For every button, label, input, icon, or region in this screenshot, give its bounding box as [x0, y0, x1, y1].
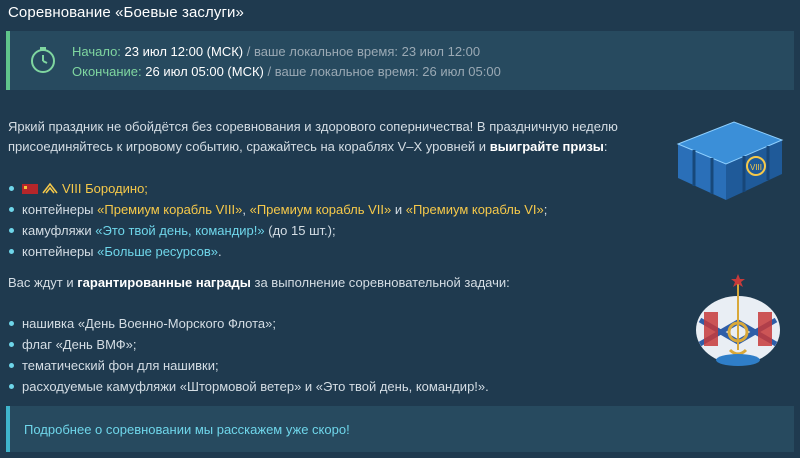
prize-1-part-2: , — [242, 202, 250, 217]
notice-text: Подробнее о соревновании мы расскажем уж… — [24, 422, 350, 437]
navy-day-patch-image — [696, 274, 780, 366]
reward-1: флаг «День ВМФ»; — [22, 337, 137, 352]
reward-0: нашивка «День Военно-Морского Флота»; — [22, 316, 277, 331]
end-local-time: / ваше локальное время: 26 июл 05:00 — [267, 64, 501, 79]
list-item: нашивка «День Военно-Морского Флота»; — [8, 313, 489, 334]
prize-1-part-6: ; — [543, 202, 548, 217]
bullet — [9, 363, 14, 368]
end-label: Окончание: — [72, 64, 142, 79]
start-local-time: / ваше локальное время: 23 июл 12:00 — [246, 44, 481, 59]
prize-2-part-0: камуфляжи — [22, 223, 96, 238]
ussr-flag-icon — [22, 184, 38, 194]
intro-bold: выиграйте призы — [489, 139, 604, 154]
start-value: 23 июл 12:00 (МСК) — [124, 44, 244, 59]
rewards-list: нашивка «День Военно-Морского Флота»; фл… — [8, 313, 489, 397]
list-item: расходуемые камуфляжи «Штормовой ветер» … — [8, 376, 489, 397]
notice-panel: Подробнее о соревновании мы расскажем уж… — [6, 406, 794, 452]
bullet — [9, 207, 14, 212]
list-item: контейнеры «Премиум корабль VIII», «Прем… — [8, 199, 547, 220]
end-time-line: Окончание: 26 июл 05:00 (МСК) / ваше лок… — [72, 64, 501, 79]
start-label: Начало: — [72, 44, 121, 59]
bullet — [9, 228, 14, 233]
prize-3-part-2: . — [218, 244, 222, 259]
reward-2: тематический фон для нашивки; — [22, 358, 219, 373]
schedule-panel: Начало: 23 июл 12:00 (МСК) / ваше локаль… — [6, 31, 794, 90]
svg-text:VIII: VIII — [750, 163, 762, 172]
page: Соревнование «Боевые заслуги» Начало: 23… — [0, 0, 800, 458]
tier-icon — [42, 182, 58, 194]
list-item: флаг «День ВМФ»; — [8, 334, 489, 355]
bullet — [9, 186, 14, 191]
rewards-intro-text: Вас ждут и — [8, 275, 78, 290]
prize-3-part-0: контейнеры — [22, 244, 98, 259]
end-value: 26 июл 05:00 (МСК) — [145, 64, 264, 79]
rewards-intro-bold: гарантированные награды — [77, 275, 251, 290]
prize-list: VIII Бородино; контейнеры «Премиум кораб… — [8, 178, 547, 262]
prize-1-part-0: контейнеры — [22, 202, 98, 217]
prize-1-part-3: «Премиум корабль VII» — [249, 202, 392, 217]
prize-2-part-2: (до 15 шт.); — [264, 223, 336, 238]
list-item: контейнеры «Больше ресурсов». — [8, 241, 547, 262]
rewards-intro-end: за выполнение соревновательной задачи: — [250, 275, 510, 290]
list-item: камуфляжи «Это твой день, командир!» (до… — [8, 220, 547, 241]
bullet — [9, 321, 14, 326]
reward-3: расходуемые камуфляжи «Штормовой ветер» … — [22, 379, 489, 394]
container-crate-image: VIII — [676, 121, 784, 200]
list-item: тематический фон для нашивки; — [8, 355, 489, 376]
bullet — [9, 249, 14, 254]
prize-3-part-1: «Больше ресурсов» — [97, 244, 219, 259]
bullet — [9, 384, 14, 389]
bullet — [9, 342, 14, 347]
prize-1-part-4: и — [391, 202, 406, 217]
intro-paragraph: Яркий праздник не обойдётся без соревнов… — [8, 117, 648, 157]
prize-1-part-5: «Премиум корабль VI» — [405, 202, 544, 217]
intro-end: : — [603, 139, 608, 154]
start-time-line: Начало: 23 июл 12:00 (МСК) / ваше локаль… — [72, 44, 480, 59]
prize-1-part-1: «Премиум корабль VIII» — [97, 202, 243, 217]
rewards-paragraph: Вас ждут и гарантированные награды за вы… — [8, 273, 510, 293]
page-title: Соревнование «Боевые заслуги» — [8, 4, 244, 21]
prize-2-part-1: «Это твой день, командир!» — [95, 223, 265, 238]
clock-icon — [31, 47, 55, 73]
list-item: VIII Бородино; — [8, 178, 547, 199]
prize-0-part-0: VIII Бородино; — [62, 181, 148, 196]
